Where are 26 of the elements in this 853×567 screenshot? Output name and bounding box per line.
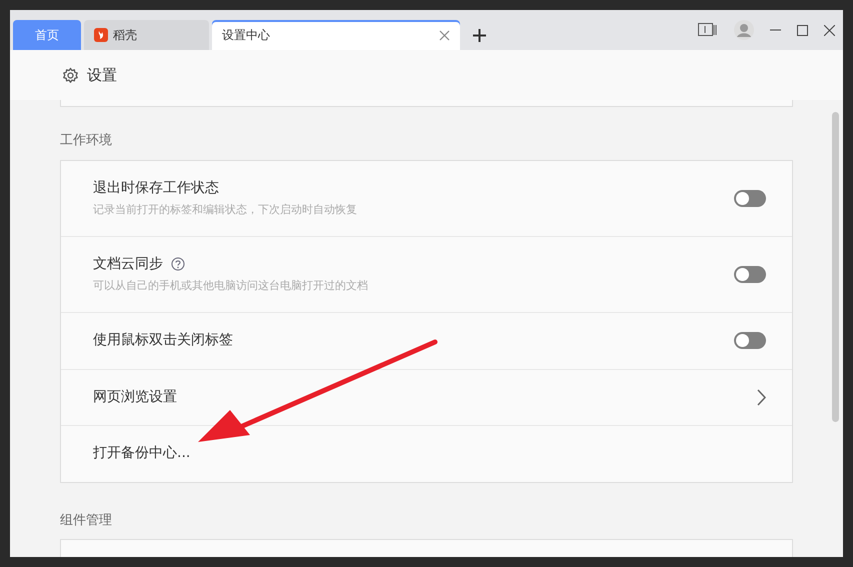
window-count-icon[interactable]	[698, 23, 718, 37]
chevron-right-icon[interactable]	[757, 388, 766, 406]
toggle-switch[interactable]	[734, 266, 766, 282]
toggle-switch[interactable]	[734, 190, 766, 206]
section-title: 工作环境	[60, 132, 113, 150]
setting-description: 记录当前打开的标签和编辑状态，下次启动时自动恢复	[93, 202, 357, 218]
setting-label[interactable]: 打开备份中心...	[93, 443, 190, 464]
setting-description: 可以从自己的手机或其他电脑访问这台电脑打开过的文档	[93, 278, 368, 294]
section-title: 组件管理	[60, 512, 113, 530]
close-icon[interactable]	[824, 24, 835, 36]
minimize-icon[interactable]	[770, 29, 781, 31]
close-icon[interactable]	[439, 30, 450, 40]
flame-icon	[94, 28, 108, 42]
setting-label: 退出时保存工作状态	[93, 178, 219, 198]
toggle-switch[interactable]	[734, 332, 766, 349]
plus-icon[interactable]	[473, 29, 486, 42]
maximize-icon[interactable]	[797, 24, 808, 36]
setting-label: 网页浏览设置	[93, 388, 177, 406]
settings-icon	[62, 66, 79, 84]
setting-label: 文档云同步	[93, 254, 163, 274]
page-title: 设置	[87, 64, 117, 86]
tab[interactable]: 稻壳	[84, 20, 209, 50]
setting-label: 使用鼠标双击关闭标签	[93, 331, 233, 350]
scrollbar[interactable]	[832, 112, 839, 422]
help-icon[interactable]	[171, 257, 185, 272]
tab[interactable]: 设置中心	[212, 20, 460, 50]
